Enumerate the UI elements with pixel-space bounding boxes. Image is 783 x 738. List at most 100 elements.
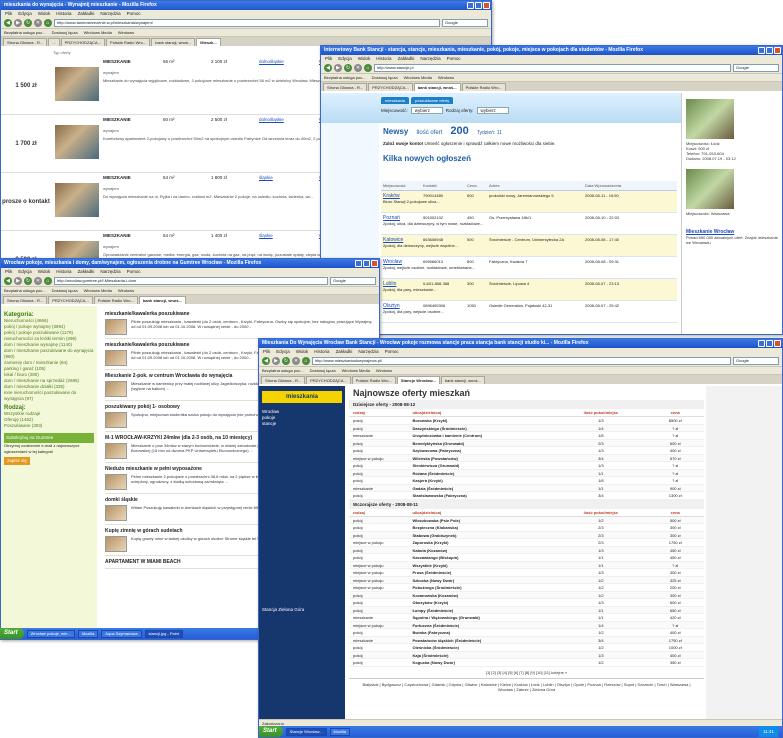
city-footer[interactable]: Białystok | Bydgoszcz | Częstochowa | Gd… <box>349 677 704 695</box>
table-row[interactable]: pokój Różana (Śródmieście) 1/1 ? zł <box>349 469 704 477</box>
list-item[interactable]: mieszkanie/kawalerka poszukiwane Pilnie p… <box>105 308 375 339</box>
menu-help[interactable]: Pomoc <box>127 11 141 16</box>
tab[interactable]: Strona Główna - R... <box>3 38 48 46</box>
listing-photo[interactable] <box>55 125 99 159</box>
table-row[interactable]: miejsce w pokoju Fortuczna (Śródmieście) 1… <box>349 621 704 629</box>
table-row[interactable]: miejsce w pokoju Prusa (Śródmieście) 1/3 30… <box>349 569 704 577</box>
forward-icon[interactable]: ▶ <box>14 277 22 285</box>
taskbar-item[interactable]: Wrocław pokoje, mie... <box>26 629 75 638</box>
listing-district[interactable]: śląskie <box>259 175 319 180</box>
table-row[interactable]: mieszkanie Powstańców śląskich (Śródmieśc… <box>349 636 704 644</box>
tab-active[interactable]: bank stancji, wnoś... <box>138 296 186 304</box>
menu-file[interactable]: Plik <box>263 349 270 354</box>
table-cell[interactable]: Bwinka (Fabryczna) <box>412 629 551 636</box>
forward-icon[interactable]: ▶ <box>14 19 22 27</box>
menu-edit[interactable]: Edycja <box>18 11 32 16</box>
table-row[interactable]: pokój Kabola (Kozanów) 1/3 450 zł <box>349 546 704 554</box>
bookmark-item[interactable]: Windows <box>118 30 134 35</box>
tab[interactable]: bank stancji, wnoś... <box>151 38 196 46</box>
maximize-button[interactable] <box>766 340 773 347</box>
table-row[interactable]: pokój Oleśnicka (Śródmieście) 1/2 1000 zł <box>349 644 704 652</box>
taskbar-item[interactable]: Stancje Wrocław... <box>285 727 327 736</box>
bookmark-item[interactable]: Windows Media <box>84 30 112 35</box>
minimize-button[interactable] <box>467 2 474 9</box>
pagination[interactable]: [1] [2] [3] [4] [5] [6] [7] [8] [9] [10]… <box>349 667 704 678</box>
table-row[interactable]: pokój Benedyktyńska (Grunwald) 2/3 600 zł <box>349 439 704 447</box>
bookmark-item[interactable]: Windows <box>118 288 134 293</box>
listing-photo[interactable] <box>55 183 99 217</box>
item-thumbnail[interactable] <box>105 381 127 397</box>
menu-edit[interactable]: Edycja <box>18 269 32 274</box>
table-cell[interactable]: Zaporoska (Krzyki) <box>412 539 551 546</box>
minimize-button[interactable] <box>758 47 765 54</box>
table-row[interactable]: pokój Kozanowska (Kozanów) 1/2 300 zł <box>349 591 704 599</box>
menu-bookmarks[interactable]: Zakładki <box>78 11 95 16</box>
table-row[interactable]: pokój Kaja (Śródmieście) 1/3 400 zł <box>349 651 704 659</box>
table-cell[interactable]: Fortuczna (Śródmieście) <box>412 622 551 629</box>
table-cell[interactable]: Benedyktyńska (Grunwald) <box>412 440 551 447</box>
menu-view[interactable]: Widok <box>38 11 51 16</box>
back-icon[interactable]: ◀ <box>4 277 12 285</box>
tab[interactable]: Polskie Radio Wro... <box>351 376 396 384</box>
tab-active[interactable]: Stancje Wrocław... <box>396 376 440 384</box>
tab[interactable]: Polskie Radio Wro... <box>106 38 151 46</box>
city-select[interactable]: wybierz <box>410 107 443 114</box>
table-cell[interactable]: Włoczkowska (Psie Pole) <box>412 517 551 524</box>
table-cell[interactable]: Bezpieczna (Kłokańska) <box>412 524 551 531</box>
home-icon[interactable]: ⌂ <box>44 19 52 27</box>
side-ad[interactable]: mieszkania <box>262 391 342 403</box>
table-cell[interactable]: Szybowcowa (Fabryczna) <box>412 447 551 454</box>
menu-edit[interactable]: Edycja <box>276 349 290 354</box>
menu-history[interactable]: Historia <box>56 11 71 16</box>
close-button[interactable] <box>774 47 781 54</box>
item-thumbnail[interactable] <box>105 443 127 459</box>
menu-tools[interactable]: Narzędzia <box>100 11 120 16</box>
table-cell[interactable]: Sępolna / Wężowskiego (Grunwald) <box>412 614 551 621</box>
table-cell[interactable]: Kabola (Kozanów) <box>412 547 551 554</box>
search-input[interactable]: Google <box>733 64 779 72</box>
tab[interactable]: PRZYCHODZĄCA... <box>368 83 413 91</box>
table-cell[interactable]: Oleśnicka (Śródmieście) <box>412 644 551 651</box>
table-row[interactable]: mieszkanie Sępolna / Wężowskiego (Grunwal… <box>349 614 704 622</box>
tab[interactable]: bank stancji, wnoś... <box>440 376 485 384</box>
tab-mieszkania[interactable]: mieszkania <box>381 97 410 104</box>
home-icon[interactable]: ⌂ <box>44 277 52 285</box>
table-cell[interactable]: Borowska (Krzyki) <box>412 417 551 424</box>
home-icon[interactable]: ⌂ <box>364 64 372 72</box>
item-thumbnail[interactable] <box>105 350 127 366</box>
taskbar-item[interactable]: Aqua Szymanowa <box>101 629 142 638</box>
close-button[interactable] <box>371 260 378 267</box>
table-row[interactable]: pokój Szybowcowa (Fabryczna) 1/3 400 zł <box>349 447 704 455</box>
search-input[interactable]: Google <box>330 277 376 285</box>
item-thumbnail[interactable] <box>105 474 127 490</box>
bookmark-item[interactable]: Windows Media <box>404 75 432 80</box>
tab[interactable]: Strona Główna - R... <box>261 376 306 384</box>
table-row[interactable]: pokój Stanisławowska (Fabryczna) 3/4 1300 z… <box>349 492 704 500</box>
table-cell[interactable]: Stabowa (Grabiszynek) <box>412 532 551 539</box>
menu-view[interactable]: Widok <box>296 349 309 354</box>
stop-icon[interactable]: ✕ <box>34 277 42 285</box>
table-cell[interactable]: Szkocka (Nowy Dwór) <box>412 577 551 584</box>
menu-help[interactable]: Pomoc <box>447 56 461 61</box>
table-cell[interactable]: Stanisławowska (Fabryczna) <box>412 492 551 499</box>
back-icon[interactable]: ◀ <box>262 357 270 365</box>
table-cell[interactable]: Różana (Śródmieście) <box>412 470 551 477</box>
home-icon[interactable]: ⌂ <box>302 357 310 365</box>
menu-edit[interactable]: Edycja <box>338 56 352 61</box>
table-row[interactable]: miejsce w pokoju Pobożnego (Śródmieście) 1… <box>349 584 704 592</box>
menu-view[interactable]: Widok <box>358 56 371 61</box>
menu-tools[interactable]: Narzędzia <box>420 56 440 61</box>
minimize-button[interactable] <box>758 340 765 347</box>
stop-icon[interactable]: ✕ <box>354 64 362 72</box>
listing-district[interactable]: śląskie <box>259 233 319 238</box>
bookmark-item[interactable]: Dostosuj łącza <box>310 368 336 373</box>
table-row[interactable]: pokój Stabowa (Grabiszynek) 2/3 300 zł <box>349 531 704 539</box>
item-title[interactable]: mieszkanie/kawalerka poszukiwane <box>105 311 375 317</box>
search-input[interactable]: Google <box>733 357 779 365</box>
start-button[interactable]: Start <box>0 628 24 639</box>
tab[interactable]: Polskie Radio Wro... <box>93 296 138 304</box>
close-button[interactable] <box>483 2 490 9</box>
tab-poszukiwane[interactable]: poszukiwane oferty <box>411 97 454 104</box>
table-row[interactable]: Katowice 663608948 500 Śródmieście - Centru… <box>381 235 677 257</box>
maximize-button[interactable] <box>475 2 482 9</box>
